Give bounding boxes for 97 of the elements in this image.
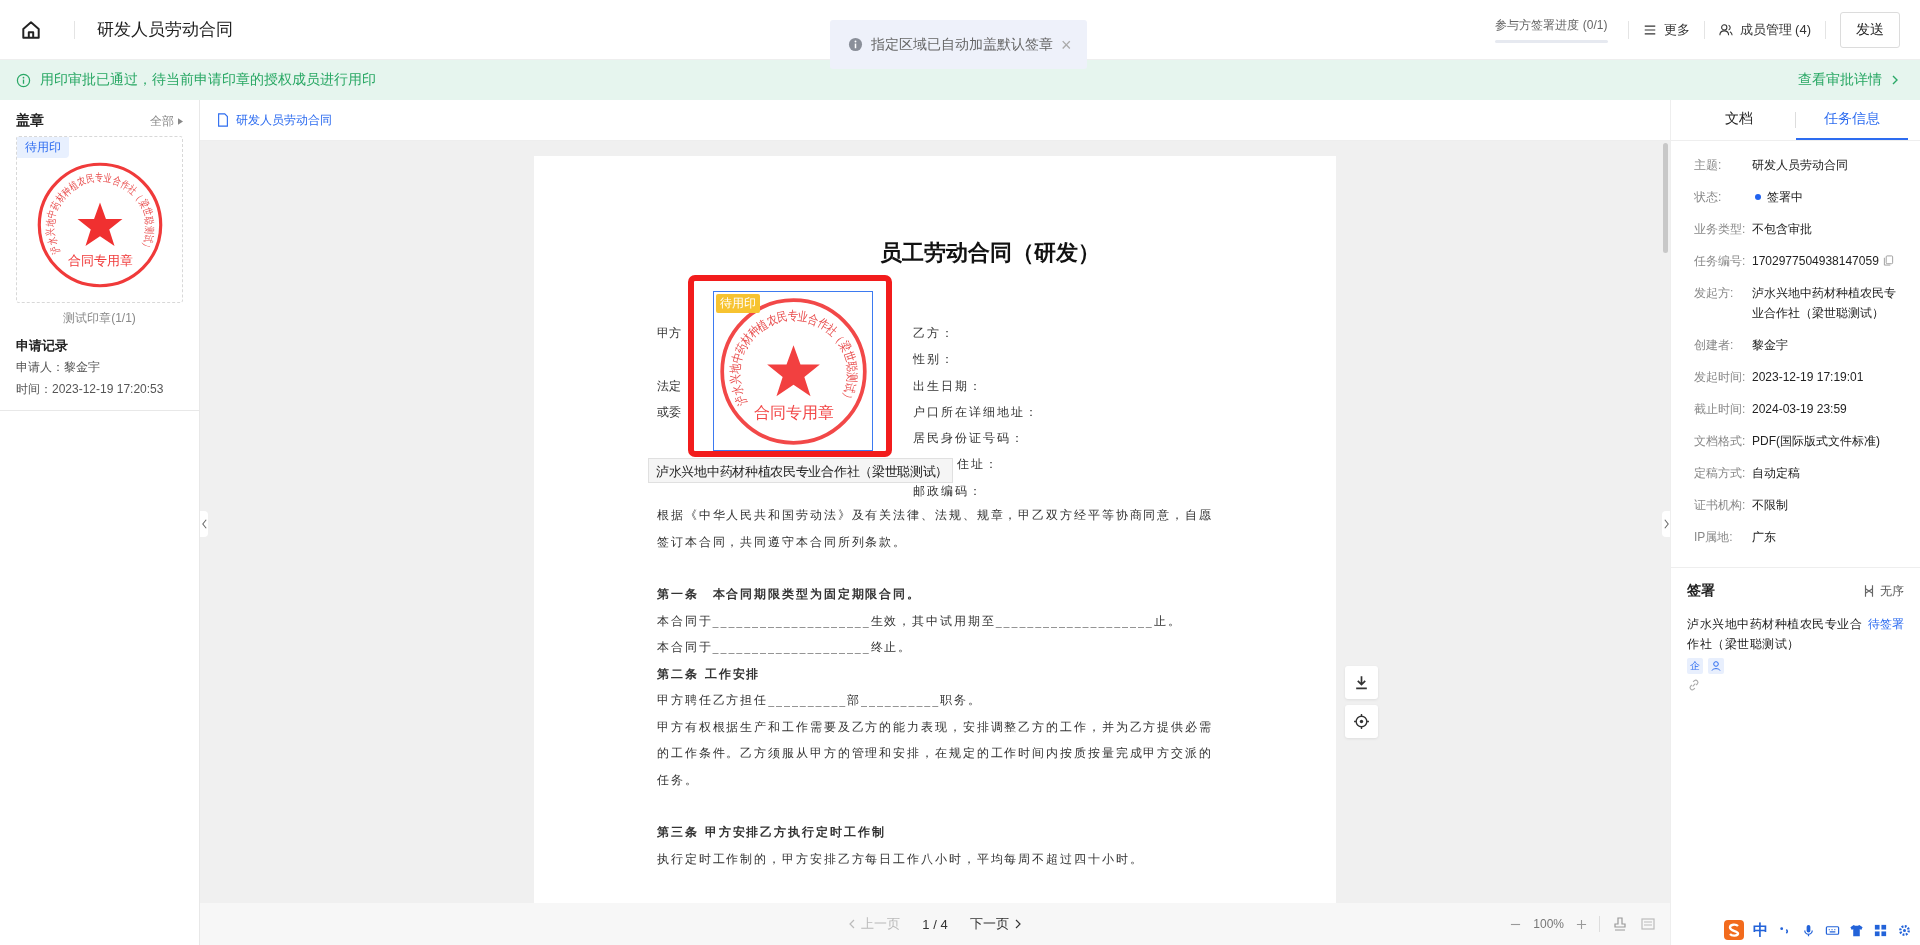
pending-badge: 待用印 (17, 137, 69, 158)
member-management-button[interactable]: 成员管理 (4) (1718, 20, 1811, 39)
info-value: 1702977504938147059 (1752, 253, 1879, 270)
info-label: 定稿方式: (1694, 465, 1747, 482)
info-label: 状态: (1694, 189, 1723, 206)
info-icon (16, 72, 31, 88)
info-value: 2024-03-19 23:59 (1752, 401, 1847, 418)
locate-button[interactable] (1345, 705, 1378, 738)
clause-text: 根据《中华人民共和国劳动法》及有关法律、法规、规章，甲乙双方经平等协商同意，自愿签订本合同，共同遵守本合同所列条款。 (657, 507, 1214, 551)
document-title: 研发人员劳动合同 (97, 19, 233, 41)
enterprise-badge: 企 (1687, 658, 1703, 674)
clause-heading: 第二条 工作安排 (657, 665, 762, 683)
info-value: 黎金宇 (1752, 337, 1788, 354)
info-label: 截止时间: (1694, 401, 1747, 418)
signature-field[interactable]: 待用印 泸水兴地中药材种植农民专业合作社（梁世聪测试） 合同专用章 (713, 291, 873, 451)
clause-text: 甲方聘任乙方担任__________部__________职务。 (657, 692, 983, 710)
caret-icon (178, 117, 183, 125)
file-icon (216, 113, 230, 127)
info-value: 不包含审批 (1752, 221, 1812, 238)
info-label: 发起时间: (1694, 369, 1747, 386)
send-button[interactable]: 发送 (1840, 11, 1900, 48)
info-label: 任务编号: (1694, 253, 1747, 270)
party-field: 邮政编码： (913, 483, 983, 498)
info-value: 广东 (1752, 529, 1776, 546)
clause-text: 本合同于____________________终止。 (657, 639, 914, 657)
settings-icon[interactable] (1897, 922, 1912, 938)
info-label: 创建者: (1694, 337, 1735, 354)
party-field: 居民身份证号码： (913, 431, 1025, 446)
info-label: 主题: (1694, 157, 1723, 174)
expand-handle[interactable] (1662, 511, 1670, 537)
party-field: 性别： (913, 352, 955, 367)
more-button[interactable]: 更多 (1642, 20, 1690, 39)
clause-heading: 第三条 甲方安排乙方执行定时工作制 (657, 824, 887, 842)
info-value: 2023-12-19 17:19:01 (1752, 369, 1864, 386)
document-tab[interactable]: 研发人员劳动合同 (216, 111, 332, 129)
shuffle-icon (1862, 584, 1876, 598)
page-indicator: 1 / 4 (922, 916, 948, 932)
banner-message: 用印审批已通过，待当前申请印章的授权成员进行用印 (40, 71, 376, 89)
pending-badge: 待用印 (716, 294, 760, 313)
info-value: 泸水兴地中药材种植农民专业合作社（梁世聪测试） (1752, 285, 1897, 322)
signer-name: 泸水兴地中药材种植农民专业合作社（梁世聪测试） (1687, 616, 1863, 653)
party-field: 乙方： (913, 326, 955, 340)
clause-heading: 第一条 本合同期限类型为固定期限合同。 (657, 586, 923, 604)
home-icon[interactable] (20, 18, 42, 41)
panel-tab[interactable]: 任务信息 (1796, 100, 1908, 140)
grid-icon[interactable] (1873, 922, 1888, 938)
info-value: PDF(国际版式文件标准) (1752, 433, 1880, 450)
panel-tab[interactable]: 文档 (1683, 100, 1795, 140)
menu-icon (1642, 22, 1657, 37)
info-icon (848, 37, 863, 52)
signing-order[interactable]: 无序 (1862, 582, 1904, 600)
party-field: 甲方 (657, 326, 681, 340)
info-value: 自动定稿 (1752, 465, 1800, 482)
record-line: 时间：2023-12-19 17:20:53 (16, 381, 165, 398)
info-label: 业务类型: (1694, 221, 1747, 238)
next-page-button[interactable]: 下一页 (969, 915, 1023, 933)
input-method-logo-icon[interactable] (1724, 920, 1744, 940)
download-icon (1353, 674, 1370, 691)
toast-message: 指定区域已自动加盖默认签章 (871, 35, 1053, 54)
signing-progress[interactable]: 参与方签署进度 (0/1) (1495, 16, 1608, 43)
clause-text: 甲方有权根据生产和工作需要及乙方的能力表现，安排调整乙方的工作，并为乙方提供必需的工作条件。乙方须服从甲方的管理和安排，在规定的工作时间内按质按量完成甲方交派的任务。 (657, 718, 1214, 789)
info-value: 不限制 (1752, 497, 1788, 514)
microphone-icon[interactable] (1801, 922, 1816, 938)
language-toggle[interactable]: 中 (1753, 920, 1768, 940)
shirt-icon[interactable] (1849, 922, 1864, 938)
chevron-right-icon (1890, 75, 1900, 85)
info-value: 研发人员劳动合同 (1752, 157, 1848, 174)
party-field: 或委 (657, 404, 681, 419)
signer-label: 泸水兴地中药材种植农民专业合作社（梁世聪测试） (648, 458, 954, 483)
contract-title: 员工劳动合同（研发） (880, 239, 1101, 267)
crosshair-icon (1353, 713, 1370, 730)
party-field: 户口所在详细地址： (913, 404, 1039, 419)
signer-status: 待签署 (1868, 616, 1904, 633)
clause-text: 执行定时工作制的，甲方安排乙方每日工作八小时，平均每周不超过四十小时。 (657, 850, 1145, 868)
seal-caption: 测试印章(1/1) (62, 310, 137, 327)
zoom-level: 100% (1533, 917, 1564, 931)
filter-dropdown[interactable]: 全部 (150, 112, 183, 130)
seal-card[interactable]: 待用印 泸水兴地中药材种植农民专业合作社（梁世聪测试） 合同专用章 (16, 136, 183, 303)
clause-text: 本合同于____________________生效，其中试用期至____________________止。 (657, 612, 1183, 630)
section-title: 盖章 (16, 112, 44, 130)
download-button[interactable] (1345, 666, 1378, 699)
info-label: IP属地: (1694, 529, 1734, 546)
info-label: 文档格式: (1694, 433, 1747, 450)
collapse-handle[interactable] (200, 511, 208, 537)
info-label: 证书机构: (1694, 497, 1747, 514)
info-value: 签署中 (1767, 189, 1803, 206)
person-badge-icon (1708, 658, 1724, 674)
party-field: 出生日期： (913, 378, 983, 393)
record-line: 申请人：黎金宇 (16, 359, 101, 376)
zoom-in-icon[interactable] (1576, 918, 1587, 930)
party-field: 住址： (957, 457, 999, 472)
approval-details-link[interactable]: 查看审批详情 (1798, 71, 1900, 89)
record-title: 申请记录 (16, 337, 69, 355)
info-label: 发起方: (1694, 285, 1735, 302)
people-icon (1718, 22, 1733, 37)
party-field: 法定 (657, 378, 681, 393)
signing-title: 签署 (1687, 582, 1715, 600)
